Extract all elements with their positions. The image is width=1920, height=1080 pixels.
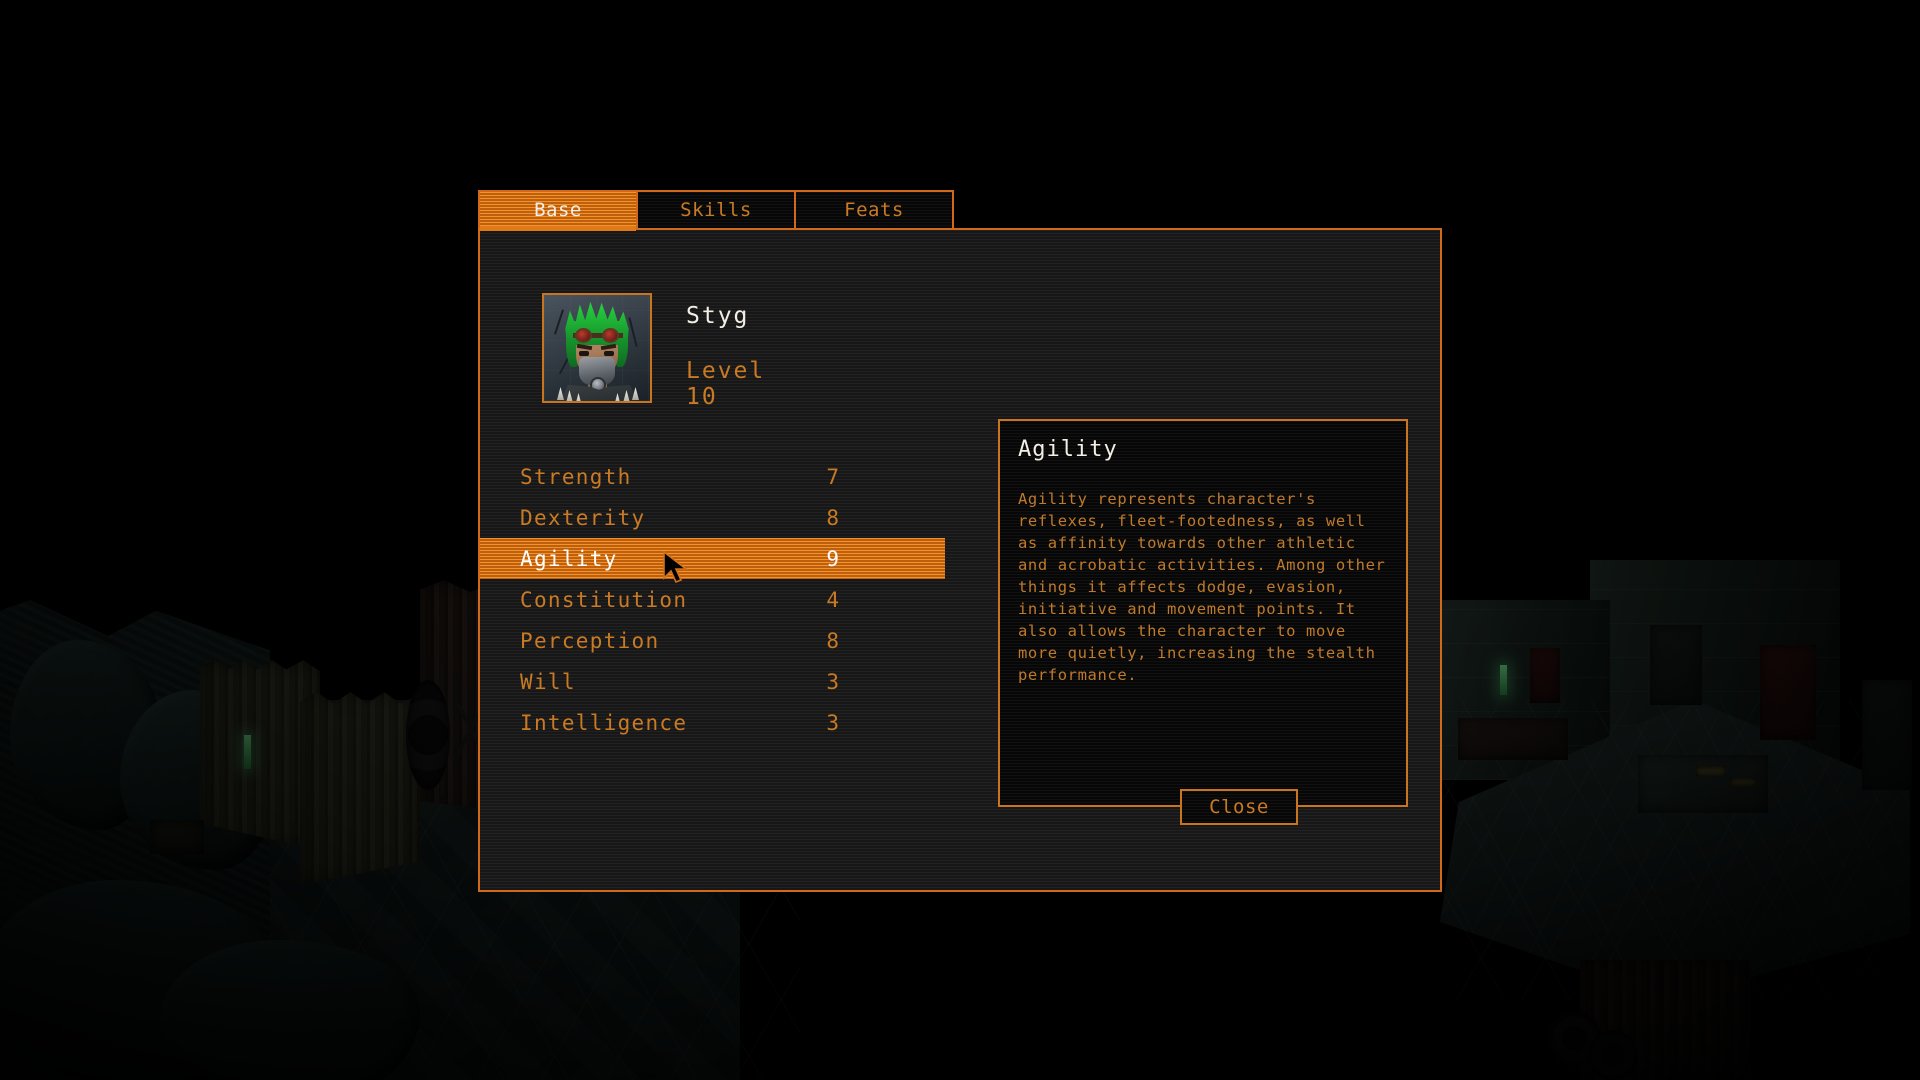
- stat-value-perception: 8: [826, 628, 839, 653]
- active-tab-seam: [480, 226, 636, 231]
- character-name: Styg: [686, 303, 750, 329]
- stat-value-strength: 7: [826, 464, 839, 489]
- stat-value-agility: 9: [826, 546, 839, 571]
- scene-locker-1: [1650, 625, 1702, 705]
- stat-label-intelligence: Intelligence: [520, 710, 688, 735]
- stat-label-agility: Agility: [520, 546, 618, 571]
- scene-shelf: [1862, 680, 1912, 790]
- stat-label-will: Will: [520, 669, 576, 694]
- scene-desk-item-1: [1696, 766, 1726, 776]
- stat-row-agility[interactable]: Agility 9: [480, 538, 945, 579]
- character-sheet-dialog: Styg Level 10 Strength 7 Dexterity 8 Agi…: [478, 228, 1442, 892]
- scene-tire-1: [406, 680, 450, 790]
- stat-row-perception[interactable]: Perception 8: [480, 620, 945, 661]
- scene-couch: [1458, 718, 1568, 760]
- scene-green-light-1: [244, 735, 251, 769]
- stat-label-strength: Strength: [520, 464, 632, 489]
- stat-value-will: 3: [826, 669, 839, 694]
- scene-crate-1: [150, 820, 204, 854]
- scene-tire-3: [1588, 1030, 1638, 1080]
- character-portrait-icon: [544, 295, 650, 401]
- character-identity: Styg Level 10: [686, 303, 765, 410]
- tab-feats-label: Feats: [844, 199, 904, 221]
- stat-row-dexterity[interactable]: Dexterity 8: [480, 497, 945, 538]
- stat-row-intelligence[interactable]: Intelligence 3: [480, 702, 945, 743]
- stat-row-constitution[interactable]: Constitution 4: [480, 579, 945, 620]
- scene-red-cabinet: [1760, 645, 1816, 740]
- stat-description-title: Agility: [1018, 437, 1118, 462]
- scene-fence-mid: [300, 691, 420, 885]
- scene-top-black-mask: [0, 0, 1920, 190]
- tab-base-label: Base: [534, 199, 582, 221]
- scene-desk-item-2: [1730, 778, 1756, 786]
- character-level: Level 10: [686, 358, 766, 410]
- tab-skills[interactable]: Skills: [636, 190, 796, 230]
- stat-value-dexterity: 8: [826, 505, 839, 530]
- tab-feats[interactable]: Feats: [794, 190, 954, 230]
- scene-red-locker-wall: [1530, 648, 1560, 703]
- tab-base[interactable]: Base: [478, 190, 638, 230]
- stat-description-body: Agility represents character's reflexes,…: [1018, 490, 1386, 684]
- avatar[interactable]: [542, 293, 652, 403]
- stat-row-will[interactable]: Will 3: [480, 661, 945, 702]
- close-button[interactable]: Close: [1180, 789, 1298, 825]
- stat-row-strength[interactable]: Strength 7: [480, 456, 945, 497]
- stat-label-dexterity: Dexterity: [520, 505, 646, 530]
- tab-skills-label: Skills: [680, 199, 752, 221]
- tab-bar: Base Skills Feats: [478, 190, 963, 230]
- stat-label-perception: Perception: [520, 628, 660, 653]
- base-stats-list: Strength 7 Dexterity 8 Agility 9 Constit…: [480, 456, 945, 743]
- stat-value-intelligence: 3: [826, 710, 839, 735]
- stat-label-constitution: Constitution: [520, 587, 688, 612]
- close-button-label: Close: [1209, 796, 1269, 818]
- stat-description-panel: Agility Agility represents character's r…: [998, 419, 1408, 807]
- stat-value-constitution: 4: [826, 587, 839, 612]
- scene-green-light-2: [1500, 665, 1507, 695]
